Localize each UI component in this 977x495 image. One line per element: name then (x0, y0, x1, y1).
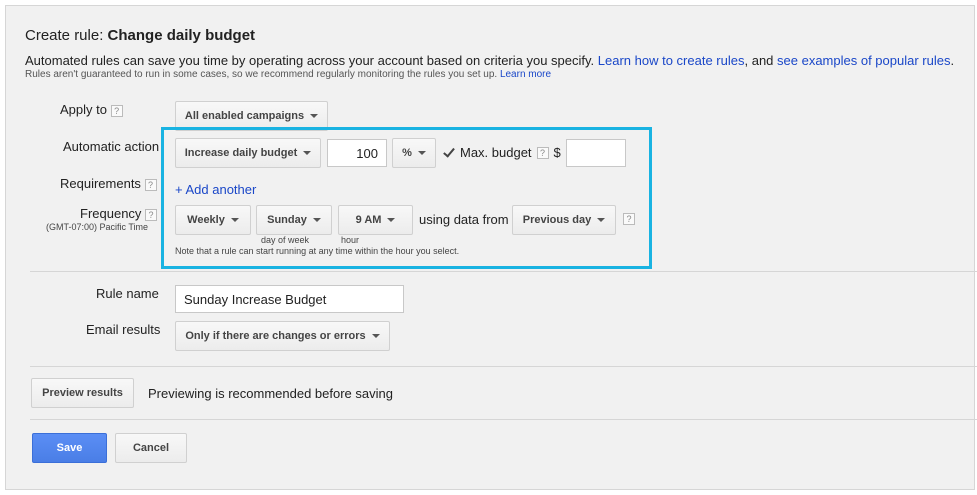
chevron-down-icon (387, 218, 396, 222)
frequency-note: Note that a rule can start running at an… (175, 246, 460, 256)
apply-to-label: Apply to ? (60, 102, 161, 117)
chevron-down-icon (303, 151, 312, 155)
hour-caption: hour (340, 235, 359, 245)
preview-note: Previewing is recommended before saving (148, 386, 393, 401)
unit-dropdown[interactable]: % (392, 138, 436, 168)
action-dropdown[interactable]: Increase daily budget (175, 138, 321, 168)
chevron-down-icon (230, 218, 239, 222)
help-icon[interactable]: ? (145, 209, 158, 221)
hour-dropdown[interactable]: 9 AM (338, 205, 413, 235)
preview-results-button[interactable]: Preview results (31, 378, 134, 408)
chevron-down-icon (312, 218, 321, 222)
automatic-action-label: Automatic action (63, 139, 160, 154)
cancel-button[interactable]: Cancel (115, 433, 187, 463)
save-button[interactable]: Save (32, 433, 107, 463)
rule-name-input[interactable]: Sunday Increase Budget (175, 285, 404, 313)
timezone-label: (GMT-07:00) Pacific Time (46, 222, 149, 232)
page-title: Create rule: Change daily budget (25, 27, 256, 44)
description: Automated rules can save you time by ope… (25, 53, 955, 68)
divider (30, 366, 977, 367)
chevron-down-icon (417, 151, 426, 155)
chevron-down-icon (310, 114, 319, 118)
rule-name-label: Rule name (96, 286, 159, 301)
chevron-down-icon (371, 334, 380, 338)
help-icon[interactable]: ? (623, 213, 635, 225)
chevron-down-icon (597, 218, 606, 222)
help-icon[interactable]: ? (144, 179, 157, 191)
subdescription: Rules aren't guaranteed to run in some c… (25, 69, 552, 80)
learn-create-rules-link[interactable]: Learn how to create rules (598, 53, 745, 68)
max-budget-checkbox[interactable] (442, 146, 455, 159)
day-of-week-caption: day of week (260, 235, 310, 245)
requirements-label: Requirements ? (60, 176, 157, 191)
email-results-label: Email results (86, 322, 161, 337)
email-results-dropdown[interactable]: Only if there are changes or errors (175, 321, 390, 351)
examples-link[interactable]: see examples of popular rules (777, 53, 950, 68)
using-data-from-label: using data from (419, 212, 509, 227)
max-budget-group: Max. budget ? $ (442, 145, 561, 160)
rule-type-title: Change daily budget (107, 27, 256, 44)
max-budget-input[interactable] (566, 139, 626, 167)
help-icon[interactable]: ? (536, 146, 549, 159)
add-another-link[interactable]: + Add another (175, 182, 256, 197)
help-icon[interactable]: ? (110, 105, 123, 117)
frequency-label: Frequency ? (80, 206, 158, 221)
period-dropdown[interactable]: Weekly (175, 205, 251, 235)
day-dropdown[interactable]: Sunday (256, 205, 332, 235)
divider (30, 271, 977, 272)
divider (30, 419, 977, 420)
learn-more-link[interactable]: Learn more (500, 69, 551, 80)
amount-input[interactable]: 100 (327, 139, 387, 167)
data-range-dropdown[interactable]: Previous day (512, 205, 616, 235)
